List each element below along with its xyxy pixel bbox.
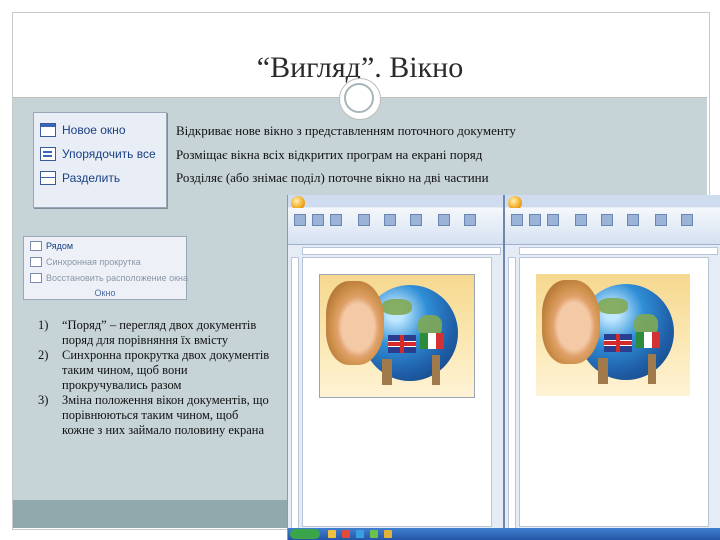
style-icon[interactable] [601, 214, 613, 226]
taskbar-app-icon[interactable] [328, 530, 336, 538]
ribbon-toolbar [505, 208, 720, 245]
format-icon[interactable] [547, 214, 559, 226]
document-page [519, 257, 709, 527]
ribbon-item-side-by-side[interactable]: Рядом [30, 241, 73, 251]
document-window-right[interactable] [505, 195, 720, 540]
style-icon[interactable] [384, 214, 396, 226]
sync-scroll-icon [30, 257, 42, 267]
new-window-icon [40, 123, 56, 137]
circle-ornament-icon [339, 78, 381, 120]
continent-shape [382, 299, 412, 315]
windows-taskbar [288, 528, 720, 540]
document-window-left[interactable] [288, 195, 503, 540]
ribbon-tabbar [505, 195, 720, 207]
uk-flag-icon [388, 335, 416, 353]
font-icon[interactable] [529, 214, 541, 226]
ribbon-item-label: Разделить [62, 171, 121, 185]
list-text: Зміна положення вікон документів, що пор… [62, 393, 269, 437]
explanation-list: 1) “Поряд” – перегляд двох документів по… [38, 318, 270, 438]
landmark-shape [598, 358, 608, 384]
ribbon-item-reset-position[interactable]: Восстановить расположение окна [30, 273, 188, 283]
ribbon-item-new-window[interactable]: Новое окно [40, 120, 126, 140]
paragraph-icon[interactable] [575, 214, 587, 226]
edit-icon[interactable] [681, 214, 693, 226]
document-image[interactable] [319, 274, 475, 398]
landmark-shape [648, 354, 656, 384]
description-split: Розділяє (або знімає поділ) поточне вікн… [176, 170, 489, 185]
continent-shape [598, 298, 628, 314]
girl-illustration [326, 281, 384, 365]
list-number: 2) [38, 348, 49, 362]
ribbon-item-label: Синхронная прокрутка [46, 257, 141, 267]
uk-flag-icon [604, 334, 632, 352]
taskbar-app-icon[interactable] [356, 530, 364, 538]
list-text: Синхронна прокрутка двох документів таки… [62, 348, 270, 392]
style-icon[interactable] [627, 214, 639, 226]
ribbon-tabbar [288, 195, 503, 207]
word-side-by-side-screenshot [287, 195, 720, 540]
taskbar-app-icon[interactable] [342, 530, 350, 538]
landmark-shape [382, 359, 392, 385]
girl-illustration [542, 280, 600, 364]
list-item: 2) Синхронна прокрутка двох документів т… [38, 348, 270, 393]
italy-flag-icon [636, 332, 660, 348]
list-item: 3) Зміна положення вікон документів, що … [38, 393, 270, 438]
ribbon-toolbar [288, 208, 503, 245]
reset-position-icon [30, 273, 42, 283]
document-page [302, 257, 492, 527]
ribbon-item-label: Новое окно [62, 123, 126, 137]
ribbon-group-label: Окно [94, 288, 116, 298]
description-arrange-all: Розміщає вікна всіх відкритих програм на… [176, 147, 483, 162]
split-icon [40, 171, 56, 185]
ribbon-window-group: Новое окно Упорядочить все Разделить [33, 112, 167, 208]
list-item: 1) “Поряд” – перегляд двох документів по… [38, 318, 270, 348]
list-number: 1) [38, 318, 49, 332]
style-icon[interactable] [410, 214, 422, 226]
side-by-side-icon [30, 241, 42, 251]
list-number: 3) [38, 393, 49, 407]
horizontal-ruler [302, 247, 501, 255]
list-text: “Поряд” – перегляд двох документів поряд… [62, 318, 257, 347]
arrange-all-icon [40, 147, 56, 161]
ribbon-item-label: Рядом [46, 241, 74, 251]
taskbar-app-icon[interactable] [370, 530, 378, 538]
ribbon-item-arrange-all[interactable]: Упорядочить все [40, 144, 156, 164]
paste-icon[interactable] [511, 214, 523, 226]
find-icon[interactable] [655, 214, 667, 226]
paste-icon[interactable] [294, 214, 306, 226]
start-button[interactable] [290, 529, 320, 539]
taskbar-app-icon[interactable] [384, 530, 392, 538]
edit-icon[interactable] [464, 214, 476, 226]
ribbon-item-label: Восстановить расположение окна [46, 273, 189, 283]
italy-flag-icon [420, 333, 444, 349]
landmark-shape [432, 355, 440, 385]
ribbon-item-label: Упорядочить все [62, 147, 156, 161]
font-icon[interactable] [312, 214, 324, 226]
paragraph-icon[interactable] [358, 214, 370, 226]
ribbon-compare-group: Рядом Синхронная прокрутка Восстановить … [23, 236, 188, 300]
format-icon[interactable] [330, 214, 342, 226]
document-image[interactable] [536, 274, 690, 396]
vertical-ruler [291, 257, 299, 529]
horizontal-ruler [519, 247, 718, 255]
vertical-ruler [508, 257, 516, 529]
find-icon[interactable] [438, 214, 450, 226]
ribbon-item-split[interactable]: Разделить [40, 168, 120, 188]
description-new-window: Відкриває нове вікно з представленням по… [176, 123, 516, 138]
ribbon-item-sync-scroll[interactable]: Синхронная прокрутка [30, 257, 141, 267]
